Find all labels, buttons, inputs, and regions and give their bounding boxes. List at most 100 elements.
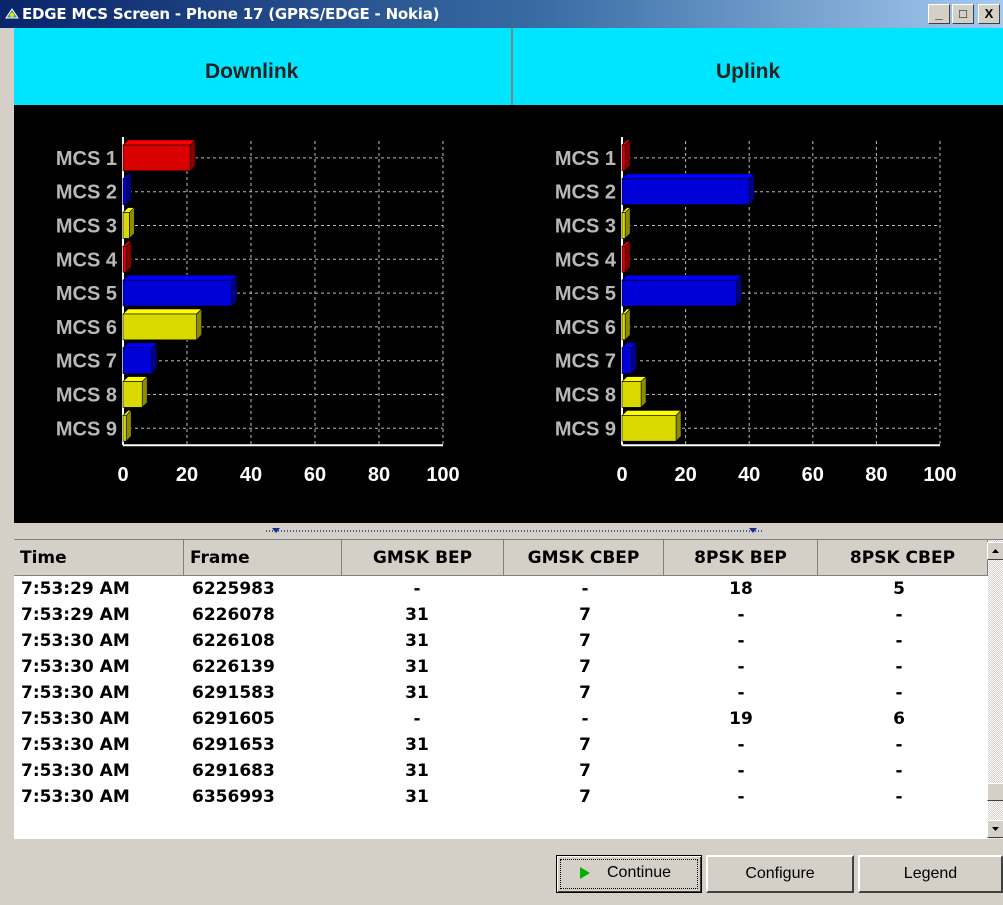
column-header[interactable]: Time xyxy=(14,540,184,576)
table-cell: 6291683 xyxy=(192,761,275,781)
splitter-handle[interactable] xyxy=(14,523,1003,539)
table-cell: 7:53:30 AM xyxy=(21,735,130,755)
bar-side xyxy=(129,206,135,240)
play-icon xyxy=(580,867,590,879)
table-cell: - xyxy=(581,709,589,729)
table-cell: 31 xyxy=(405,657,429,677)
tick-label: 40 xyxy=(240,464,262,486)
category-label: MCS 1 xyxy=(56,148,117,170)
bar-side xyxy=(675,409,682,442)
bar-top xyxy=(122,274,238,281)
category-label: MCS 2 xyxy=(56,182,117,204)
bar-face xyxy=(621,212,626,239)
table-cell: 7:53:30 AM xyxy=(21,787,130,807)
splitter[interactable] xyxy=(14,523,1003,539)
legend-label: Legend xyxy=(903,865,958,882)
table-cell: - xyxy=(737,605,745,625)
bar-side xyxy=(624,240,631,273)
table-cell: 7:53:30 AM xyxy=(21,709,130,729)
table-cell: 31 xyxy=(405,631,429,651)
bar xyxy=(122,308,203,341)
bar xyxy=(621,308,631,341)
bar xyxy=(621,409,682,442)
bar xyxy=(122,240,132,273)
close-button[interactable]: X xyxy=(978,4,1000,24)
table-cell: 7 xyxy=(579,761,591,781)
column-header[interactable]: 8PSK BEP xyxy=(664,540,818,576)
configure-button[interactable]: Configure xyxy=(706,855,854,893)
bar-face xyxy=(621,347,632,374)
bar-face xyxy=(122,415,127,442)
category-label: MCS 6 xyxy=(555,317,616,339)
configure-label: Configure xyxy=(745,865,815,882)
table-cell: 7 xyxy=(579,735,591,755)
table-cell: - xyxy=(895,735,903,755)
column-header[interactable]: GMSK BEP xyxy=(342,540,504,576)
minimize-button[interactable]: _ xyxy=(928,4,950,24)
tick-label: 60 xyxy=(802,464,824,486)
maximize-button[interactable]: □ xyxy=(952,4,974,24)
table-cell: - xyxy=(737,683,745,703)
bar xyxy=(621,206,631,240)
table-cell: 7:53:30 AM xyxy=(21,631,130,651)
bar-face xyxy=(122,246,127,273)
category-label: MCS 7 xyxy=(555,351,616,373)
table-cell: 7:53:29 AM xyxy=(21,605,130,625)
category-label: MCS 3 xyxy=(555,216,616,238)
table-cell: 7 xyxy=(579,631,591,651)
table-cell: - xyxy=(895,683,903,703)
category-label: MCS 8 xyxy=(56,385,117,407)
table-cell: - xyxy=(895,605,903,625)
table-cell: 6291583 xyxy=(192,683,275,703)
bar-face xyxy=(122,381,143,408)
bar xyxy=(621,274,743,307)
continue-button[interactable]: Continue xyxy=(556,855,702,893)
bar-side xyxy=(624,206,631,240)
table-cell: 6291653 xyxy=(192,735,275,755)
column-header[interactable]: 8PSK CBEP xyxy=(818,540,988,576)
table-cell: - xyxy=(413,579,421,599)
tick-label: 100 xyxy=(426,464,459,486)
bar xyxy=(621,240,631,273)
bar-side xyxy=(624,139,631,172)
bar-side xyxy=(736,274,742,307)
table-cell: 7:53:30 AM xyxy=(21,683,130,703)
category-label: MCS 4 xyxy=(555,249,617,271)
chart-area: 0 20 40 60 80 100 MCS 1 MCS 2 MCS 3 MCS 4 MCS 5 MCS… xyxy=(14,105,1003,523)
uplink-header: Uplink xyxy=(716,60,781,83)
table-cell: 31 xyxy=(405,761,429,781)
table-cell: - xyxy=(737,631,745,651)
scroll-down-button[interactable] xyxy=(987,820,1003,838)
table-cell: 7:53:30 AM xyxy=(21,761,130,781)
table-cell: 19 xyxy=(729,709,753,729)
scroll-up-button[interactable] xyxy=(987,542,1003,560)
window-title: EDGE MCS Screen - Phone 17 (GPRS/EDGE - … xyxy=(22,5,440,23)
column-header[interactable]: Frame xyxy=(184,540,342,576)
bar-face xyxy=(621,178,750,205)
category-label: MCS 2 xyxy=(555,182,616,204)
table-cell: - xyxy=(895,761,903,781)
bar-top xyxy=(621,173,755,180)
bar-face xyxy=(122,178,127,205)
bar-face xyxy=(122,144,191,172)
column-header[interactable]: GMSK CBEP xyxy=(504,540,664,576)
bar-side xyxy=(196,308,202,341)
bar-side xyxy=(748,173,755,206)
table-cell: - xyxy=(895,631,903,651)
table-cell: - xyxy=(737,735,745,755)
bar-face xyxy=(621,313,626,341)
table-cell: 5 xyxy=(893,579,905,599)
bar-face xyxy=(122,347,153,374)
bar xyxy=(621,173,755,206)
legend-button[interactable]: Legend xyxy=(858,855,1003,893)
title-bar[interactable]: EDGE MCS Screen - Phone 17 (GPRS/EDGE - … xyxy=(0,0,1003,28)
tick-label: 100 xyxy=(923,464,956,486)
bar-side xyxy=(141,375,148,409)
table-cell: 31 xyxy=(405,683,429,703)
bar xyxy=(122,274,238,307)
category-label: MCS 3 xyxy=(56,216,117,238)
bar-side xyxy=(189,139,196,172)
bar xyxy=(621,139,631,172)
category-label: MCS 9 xyxy=(555,418,616,440)
scroll-thumb[interactable] xyxy=(987,783,1003,801)
